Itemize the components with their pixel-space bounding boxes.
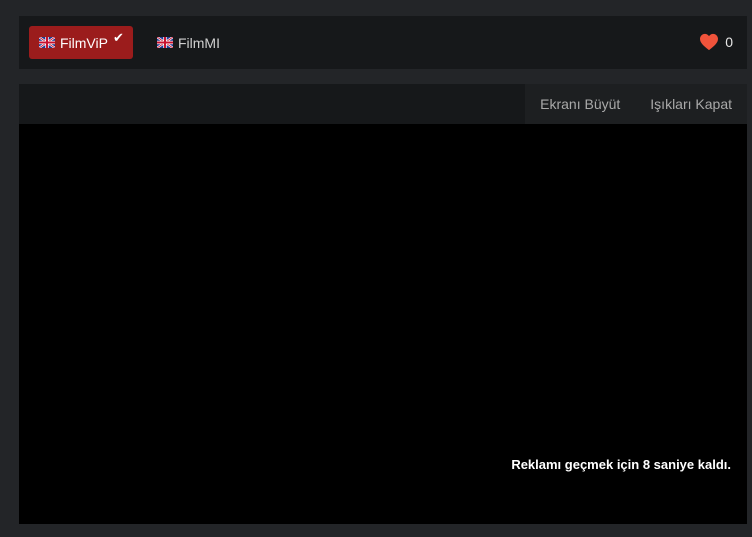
lights-off-button[interactable]: Işıkları Kapat xyxy=(635,84,747,124)
video-player: Ekranı Büyüt Işıkları Kapat Reklamı geçm… xyxy=(19,84,747,524)
source-button-filmmi[interactable]: FilmMI xyxy=(147,26,237,59)
uk-flag-icon xyxy=(157,37,173,48)
player-toolbar: Ekranı Büyüt Işıkları Kapat xyxy=(19,84,747,124)
check-icon: ✔ xyxy=(112,29,124,45)
source-label: FilmViP xyxy=(60,34,108,51)
source-bar: FilmViP ✔ FilmMI 0 xyxy=(19,16,747,69)
ad-countdown-text: Reklamı geçmek için 8 saniye kaldı. xyxy=(511,457,731,472)
source-button-filmvip[interactable]: FilmViP ✔ xyxy=(29,26,133,59)
source-label: FilmMI xyxy=(178,34,220,51)
like-button[interactable]: 0 xyxy=(699,30,733,54)
heart-icon xyxy=(700,33,719,51)
uk-flag-icon xyxy=(39,37,55,48)
like-count: 0 xyxy=(725,34,733,50)
toolbar-buttons: Ekranı Büyüt Işıkları Kapat xyxy=(525,84,747,124)
fullscreen-button[interactable]: Ekranı Büyüt xyxy=(525,84,635,124)
video-area[interactable]: Reklamı geçmek için 8 saniye kaldı. xyxy=(19,124,747,524)
